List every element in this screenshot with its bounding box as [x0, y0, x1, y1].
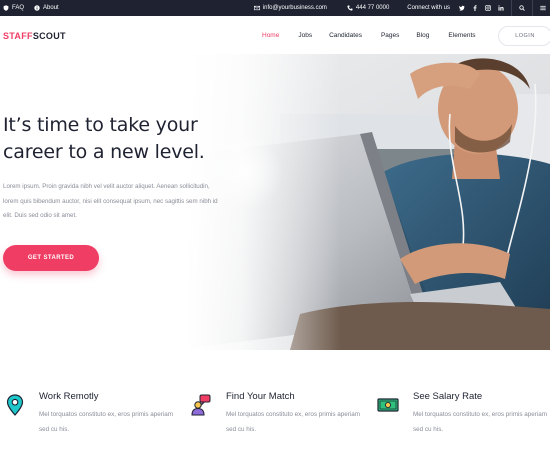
feature-title: Work Remotly	[39, 391, 99, 402]
instagram-icon[interactable]	[485, 5, 491, 11]
chat-person-icon	[191, 394, 211, 416]
hero-description: Lorem ipsum. Proin gravida nibh vel veli…	[3, 183, 218, 219]
features-section: Work Remotly Mel torquatos constituto ex…	[0, 350, 550, 450]
about-link[interactable]: About	[34, 5, 59, 11]
feature-text: Mel torquatos constituto ex, eros primis…	[226, 411, 361, 433]
linkedin-icon[interactable]	[498, 5, 504, 11]
top-bar: FAQ About info@yourbusiness.com 444 77 0…	[0, 0, 550, 16]
facebook-icon[interactable]	[472, 5, 478, 11]
phone-link[interactable]: 444 77 0000	[347, 5, 389, 11]
nav-jobs[interactable]: Jobs	[298, 32, 312, 39]
topbar-divider	[511, 0, 512, 16]
faq-label: FAQ	[12, 5, 25, 11]
get-started-button[interactable]: GET STARTED	[3, 245, 99, 271]
connect-label: Connect with us	[407, 5, 450, 11]
info-icon	[34, 5, 40, 11]
money-icon	[377, 398, 399, 412]
feature-see-salary-rate: See Salary Rate Mel torquatos constituto…	[377, 350, 550, 450]
menu-icon[interactable]	[540, 5, 546, 11]
location-pin-icon	[6, 394, 24, 416]
nav-home[interactable]: Home	[262, 32, 279, 39]
main-header: STAFFSCOUT Home Jobs Candidates Pages Bl…	[0, 16, 550, 54]
about-label: About	[43, 5, 59, 11]
shield-icon	[3, 5, 9, 11]
feature-text: Mel torquatos constituto ex, eros primis…	[413, 411, 548, 433]
faq-link[interactable]: FAQ	[3, 5, 24, 11]
login-button[interactable]: LOGIN	[498, 26, 550, 46]
phone-icon	[347, 5, 353, 11]
nav-elements[interactable]: Elements	[448, 32, 475, 39]
logo[interactable]: STAFFSCOUT	[3, 31, 66, 41]
nav-candidates[interactable]: Candidates	[329, 32, 362, 39]
feature-title: Find Your Match	[226, 391, 295, 402]
email-link[interactable]: info@yourbusiness.com	[253, 5, 327, 11]
feature-title: See Salary Rate	[413, 391, 483, 402]
nav-pages[interactable]: Pages	[381, 32, 399, 39]
feature-text: Mel torquatos constituto ex, eros primis…	[39, 411, 174, 433]
search-icon[interactable]	[519, 5, 525, 11]
feature-work-remotly: Work Remotly Mel torquatos constituto ex…	[4, 350, 184, 450]
main-nav: Home Jobs Candidates Pages Blog Elements	[262, 16, 476, 54]
nav-blog[interactable]: Blog	[416, 32, 429, 39]
logo-staff: STAFF	[3, 31, 33, 41]
topbar-divider	[532, 0, 533, 16]
logo-scout: SCOUT	[32, 31, 66, 41]
hero-section: It’s time to take your career to a new l…	[0, 54, 550, 350]
hero-title: It’s time to take your career to a new l…	[3, 114, 205, 163]
email-text: info@yourbusiness.com	[262, 5, 327, 11]
feature-find-your-match: Find Your Match Mel torquatos constituto…	[190, 350, 370, 450]
twitter-icon[interactable]	[459, 5, 465, 11]
phone-text: 444 77 0000	[355, 5, 390, 11]
mail-icon	[253, 5, 260, 11]
